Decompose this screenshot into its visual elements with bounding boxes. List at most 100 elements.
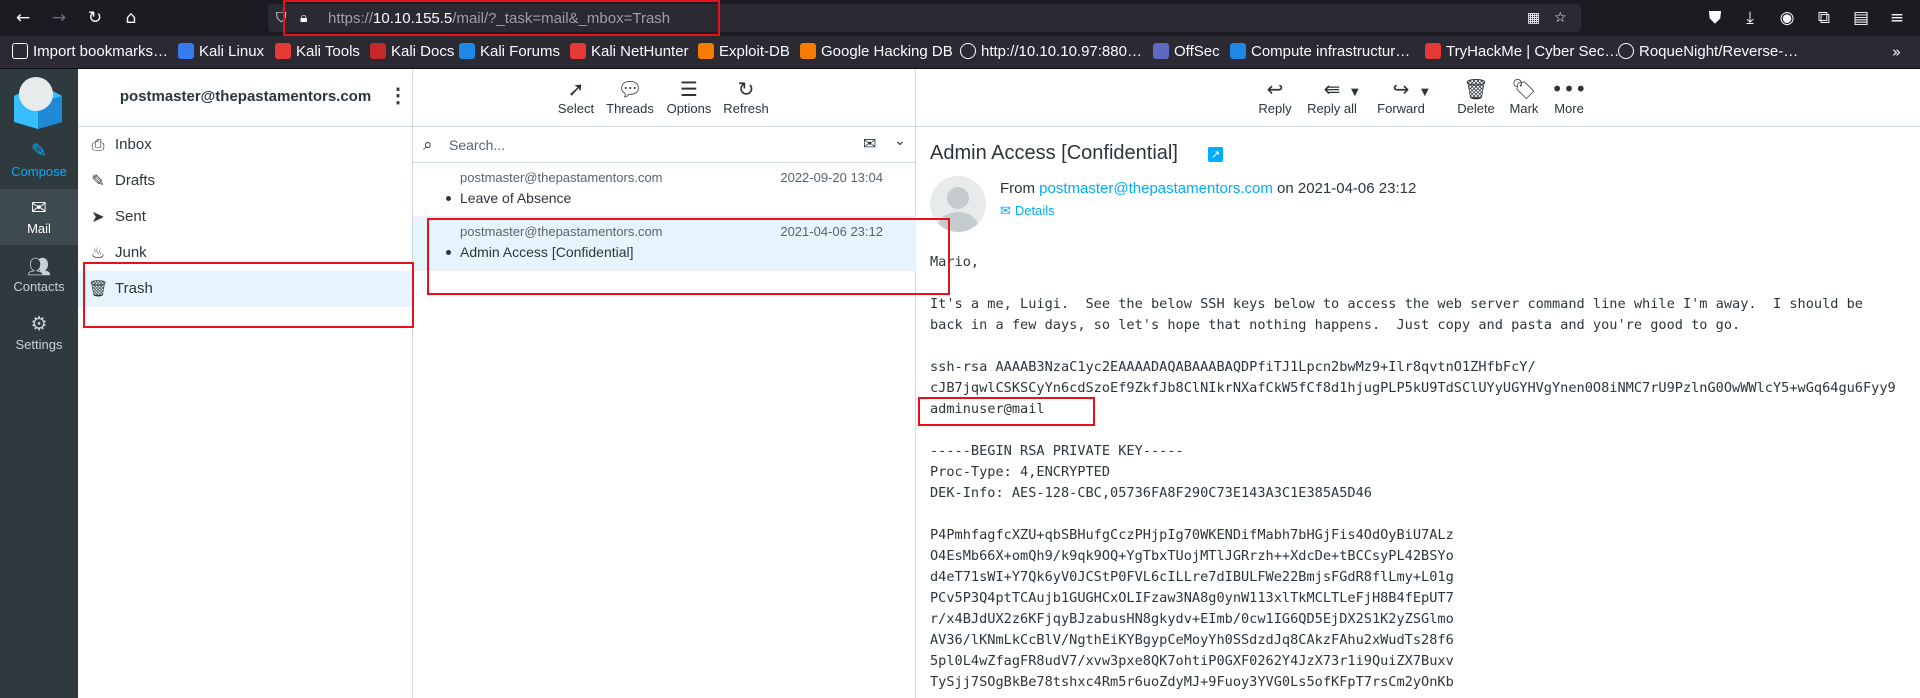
folder-label: Drafts	[115, 172, 156, 189]
lock-icon[interactable]: 🔒︎	[300, 9, 307, 27]
star-icon[interactable]: ☆	[1554, 9, 1567, 27]
tag-icon: 🏷︎	[1511, 77, 1537, 101]
message-row-admin-access[interactable]: postmaster@thepastamentors.com 2021-04-0…	[413, 217, 916, 271]
downloads-icon[interactable]: ⤓	[1738, 6, 1762, 30]
home-icon[interactable]: ⌂	[119, 6, 143, 30]
reply-label: Reply	[1258, 101, 1292, 116]
message-from-line: From postmaster@thepastamentors.com on 2…	[1000, 180, 1416, 197]
exploit-db-icon	[698, 43, 714, 59]
bookmark-kali-tools[interactable]: Kali Tools	[275, 43, 360, 60]
search-icon[interactable]: ⌕	[423, 135, 433, 155]
back-icon[interactable]: ←	[11, 6, 35, 30]
folder-junk[interactable]: ♨ Junk	[78, 235, 413, 271]
details-link[interactable]: ✉ Details	[1000, 203, 1055, 219]
message-from: postmaster@thepastamentors.com	[460, 170, 663, 185]
chevron-down-icon[interactable]: ⌄	[894, 133, 906, 149]
ghdb-icon	[800, 43, 816, 59]
bookmark-kali-linux[interactable]: Kali Linux	[178, 43, 264, 60]
kali-forums-icon	[459, 43, 475, 59]
contacts-button[interactable]: 👥︎ Contacts	[0, 247, 78, 303]
message-toolbar: ↩ Reply ⇚ Reply all ▼ ↪ Forward ▼ 🗑︎ Del…	[916, 69, 1920, 127]
sidebar-header: postmaster@thepastamentors.com ⋮	[78, 69, 413, 127]
sender-address-link[interactable]: postmaster@thepastamentors.com	[1039, 180, 1273, 197]
forward-icon[interactable]: →	[47, 6, 71, 30]
envelope-icon: ✉	[1000, 204, 1011, 219]
trash-icon: 🗑︎	[88, 279, 109, 298]
message-date: on 2021-04-06 23:12	[1277, 180, 1417, 197]
bookmark-http[interactable]: http://10.10.10.97:880…	[960, 43, 1142, 60]
select-label: Select	[557, 101, 595, 116]
search-input[interactable]	[449, 133, 829, 157]
url-text[interactable]: https://10.10.155.5/mail/?_task=mail&_mb…	[328, 10, 670, 27]
forward-dropdown-icon[interactable]: ▼	[1421, 87, 1429, 98]
options-button[interactable]: ☰ Options	[664, 77, 714, 116]
cursor-icon: ➚	[567, 77, 585, 101]
bookmark-google-hacking-db[interactable]: Google Hacking DB	[800, 43, 953, 60]
nethunter-icon	[570, 43, 586, 59]
mail-app: ✎ Compose ✉ Mail 👥︎ Contacts ⚙ Settings …	[0, 69, 1920, 698]
refresh-button[interactable]: ↻ Refresh	[721, 77, 771, 116]
folder-label: Trash	[115, 280, 153, 297]
paper-plane-icon: ➤	[91, 207, 105, 226]
folder-label: Junk	[115, 244, 147, 261]
bookmark-import[interactable]: Import bookmarks…	[12, 43, 168, 60]
reply-icon: ↩	[1266, 77, 1284, 101]
compose-button[interactable]: ✎ Compose	[0, 132, 78, 188]
open-in-new-window-icon[interactable]: ↗	[1208, 147, 1223, 162]
pocket-icon[interactable]: ⛊	[1703, 6, 1727, 30]
unread-dot	[446, 250, 451, 255]
sidebar-icon[interactable]: ▤	[1849, 6, 1873, 30]
folder-trash[interactable]: 🗑︎ Trash	[78, 271, 413, 307]
message-body: Mario, It's a me, Luigi. See the below S…	[930, 254, 1896, 690]
users-icon: 👥︎	[26, 256, 52, 278]
message-subject: Admin Access [Confidential]	[460, 244, 634, 260]
reply-button[interactable]: ↩ Reply	[1255, 77, 1295, 116]
delete-button[interactable]: 🗑︎ Delete	[1452, 77, 1500, 116]
reply-all-label: Reply all	[1307, 101, 1357, 116]
url-bar[interactable]: ⛉ 🔒︎ https://10.10.155.5/mail/?_task=mai…	[268, 4, 1581, 32]
envelope-icon[interactable]: ✉	[863, 134, 876, 153]
folder-drafts[interactable]: ✎ Drafts	[78, 163, 413, 199]
bookmark-offsec[interactable]: OffSec	[1153, 43, 1220, 60]
kali-dragon-icon	[178, 43, 194, 59]
bookmark-kali-forums[interactable]: Kali Forums	[459, 43, 560, 60]
details-label: Details	[1014, 203, 1055, 218]
contacts-label: Contacts	[13, 279, 65, 294]
folder-inbox[interactable]: ⎙ Inbox	[78, 127, 413, 163]
bookmark-kali-docs[interactable]: Kali Docs	[370, 43, 454, 60]
extensions-icon[interactable]: ⧉	[1812, 6, 1836, 30]
compose-label: Compose	[11, 164, 67, 179]
mark-button[interactable]: 🏷︎ Mark	[1504, 77, 1544, 116]
list-toolbar: ➚ Select 💬︎ Threads ☰ Options ↻ Refresh	[413, 69, 916, 127]
offsec-icon	[1153, 43, 1169, 59]
folder-sent[interactable]: ➤ Sent	[78, 199, 413, 235]
shield-icon[interactable]: ⛉	[276, 9, 287, 27]
chevron-right-icon[interactable]: »	[1892, 43, 1901, 61]
bookmark-tryhackme[interactable]: TryHackMe | Cyber Sec…	[1425, 43, 1619, 60]
task-menu: ✎ Compose ✉ Mail 👥︎ Contacts ⚙ Settings	[0, 69, 78, 698]
bookmark-kali-nethunter[interactable]: Kali NetHunter	[570, 43, 689, 60]
kali-docs-icon	[370, 43, 386, 59]
kebab-menu-icon[interactable]: ⋮	[388, 85, 408, 109]
settings-button[interactable]: ⚙ Settings	[0, 305, 78, 361]
bookmark-roguenight[interactable]: RoqueNight/Reverse-…	[1618, 43, 1798, 60]
grid-icon[interactable]: ▦	[1527, 9, 1540, 27]
menu-icon[interactable]: ≡	[1885, 6, 1909, 30]
message-list-panel: ➚ Select 💬︎ Threads ☰ Options ↻ Refresh …	[413, 69, 916, 698]
bookmark-compute[interactable]: Compute infrastructur…	[1230, 43, 1410, 60]
bookmark-exploit-db[interactable]: Exploit-DB	[698, 43, 790, 60]
reload-icon[interactable]: ↻	[83, 6, 107, 30]
message-subject: Leave of Absence	[460, 190, 572, 206]
refresh-icon: ↻	[737, 77, 755, 101]
message-date: 2022-09-20 13:04	[780, 170, 883, 185]
mail-button[interactable]: ✉ Mail	[0, 189, 78, 245]
account-icon[interactable]: ◉	[1775, 6, 1799, 30]
message-row-leave[interactable]: postmaster@thepastamentors.com 2022-09-2…	[413, 163, 916, 217]
mail-label: Mail	[27, 221, 51, 236]
select-button[interactable]: ➚ Select	[556, 77, 596, 116]
reply-all-dropdown-icon[interactable]: ▼	[1351, 87, 1359, 98]
threads-button[interactable]: 💬︎ Threads	[605, 77, 655, 116]
more-button[interactable]: ••• More	[1547, 77, 1591, 116]
sliders-icon: ☰	[680, 77, 698, 101]
avatar	[930, 176, 986, 232]
